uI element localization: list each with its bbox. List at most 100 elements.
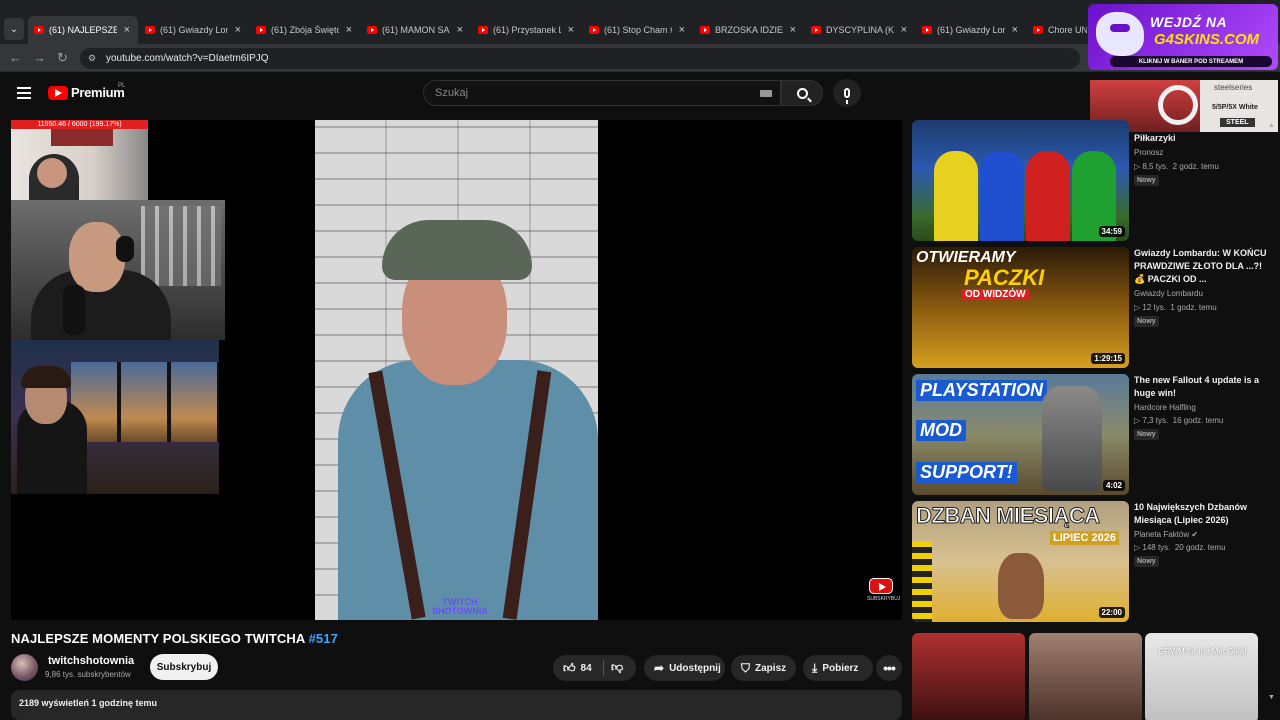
channel-avatar[interactable]: [11, 654, 38, 681]
video-thumbnail[interactable]: 34:59: [912, 120, 1129, 241]
recommended-video[interactable]: PLAYSTATION MOD SUPPORT! 4:02 The new Fa…: [912, 374, 1267, 496]
menu-icon[interactable]: [17, 87, 31, 99]
channel-name[interactable]: Gwiazdy Lombardu: [1134, 289, 1203, 298]
short-thumbnail[interactable]: [912, 633, 1025, 720]
browser-tab-4[interactable]: (61) Przystanek Lo ×: [472, 16, 582, 44]
short-thumbnail[interactable]: [1029, 633, 1142, 720]
youtube-brand-label[interactable]: Premium: [71, 85, 125, 100]
video-thumbnail[interactable]: OTWIERAMY PACZKI OD WIDZÓW 1:29:15: [912, 247, 1129, 368]
browser-tab-1[interactable]: (61) Gwiazdy Lom ×: [139, 16, 249, 44]
browser-tab-0[interactable]: (61) NAJLEPSZE M ×: [28, 16, 138, 44]
search-button[interactable]: [781, 80, 823, 106]
browser-tab-7[interactable]: DYSCYPLINA (Kró ×: [805, 16, 915, 44]
channel-name[interactable]: Hardcore Halfling: [1134, 403, 1196, 412]
site-settings-icon[interactable]: ⚙: [88, 53, 96, 64]
description-box[interactable]: 2189 wyświetleń 1 godzinę temu: [11, 690, 902, 720]
browser-tab-label: (61) MAMON SAM: [382, 25, 450, 35]
video-thumbnail[interactable]: DZBAN MIESIĄCA LIPIEC 2026 22:00: [912, 501, 1129, 622]
share-button[interactable]: ➦ Udostępnij: [644, 655, 725, 681]
scroll-down-icon[interactable]: ▼: [1268, 694, 1275, 701]
channel-name[interactable]: twitchshotownia: [48, 655, 134, 667]
browser-tab-label: BRZOSKA IDZIE N: [715, 25, 783, 35]
channel-name[interactable]: Planeta Faktów ✔: [1134, 530, 1198, 539]
g4skins-banner-ad[interactable]: WEJDŹ NA G4SKINS.COM KLIKNIJ W BANER POD…: [1088, 4, 1278, 70]
search-input[interactable]: Szukaj: [423, 80, 781, 106]
video-duration: 1:29:15: [1091, 353, 1125, 364]
browser-tab-5[interactable]: (61) Stop Cham # ×: [583, 16, 693, 44]
recommended-video[interactable]: DZBAN MIESIĄCA LIPIEC 2026 22:00 10 Najw…: [912, 501, 1267, 623]
short-thumbnail[interactable]: GRWM for the Met Gala!: [1145, 633, 1258, 720]
video-player[interactable]: TWITCH SHOTOWNIA 11950.46 / 6000 (199.17…: [11, 120, 902, 620]
scroll-up-icon[interactable]: ▲: [1268, 122, 1275, 129]
youtube-favicon-icon: [478, 26, 488, 34]
browser-tab-label: DYSCYPLINA (Kró: [826, 25, 894, 35]
video-duration: 22:00: [1098, 607, 1125, 618]
streamer-cam-2: [11, 200, 225, 340]
upload-age: 1 godz. temu: [1170, 303, 1217, 312]
url-field[interactable]: ⚙ youtube.com/watch?v=DIaetm6IPJQ: [80, 48, 1080, 69]
tab-close-icon[interactable]: ×: [457, 24, 463, 36]
youtube-favicon-icon: [700, 26, 710, 34]
url-text: youtube.com/watch?v=DIaetm6IPJQ: [106, 53, 269, 64]
browser-tab-label: (61) Przystanek Lo: [493, 25, 561, 35]
video-duration: 4:02: [1102, 480, 1125, 491]
subscribe-button[interactable]: Subskrybuj: [150, 654, 218, 680]
tab-close-icon[interactable]: ×: [235, 24, 241, 36]
ad-subline: KLIKNIJ W BANER POD STREAMEM: [1110, 56, 1272, 67]
shorts-row: GRWM for the Met Gala!: [912, 633, 1267, 720]
streamer-cam-1: 11950.46 / 6000 (199.17%): [11, 120, 148, 200]
tab-close-icon[interactable]: ×: [901, 24, 907, 36]
save-button[interactable]: ⛉ Zapisz: [731, 655, 796, 681]
download-button[interactable]: ⤓ Pobierz: [803, 655, 873, 681]
browser-tab-8[interactable]: (61) Gwiazdy Lom ×: [916, 16, 1026, 44]
thumb-text: SUPPORT!: [916, 462, 1017, 483]
upload-age: 20 godz. temu: [1174, 543, 1226, 552]
view-count: ▷ 7,3 tys.: [1134, 416, 1169, 425]
browser-tab-3[interactable]: (61) MAMON SAM ×: [361, 16, 471, 44]
like-button[interactable]: 👍︎ 84: [563, 661, 592, 676]
youtube-logo-icon[interactable]: [48, 86, 68, 100]
back-arrow-icon[interactable]: ←: [9, 50, 22, 65]
video-title[interactable]: Gwiazdy Lombardu: W KOŃCU PRAWDZIWE ZŁOT…: [1134, 247, 1267, 286]
youtube-header: Premium PL Szukaj: [0, 72, 1280, 116]
tab-close-icon[interactable]: ×: [124, 24, 130, 36]
view-count: ▷ 148 tys.: [1134, 543, 1171, 552]
video-title[interactable]: The new Fallout 4 update is a huge win!: [1134, 374, 1267, 400]
youtube-favicon-icon: [145, 26, 155, 34]
browser-tab-2[interactable]: (61) Zbója Święto ×: [250, 16, 360, 44]
thumb-text: PLAYSTATION: [916, 380, 1047, 401]
recommended-video[interactable]: 34:59 Piłkarzyki Pronosz ▷ 8,5 tys. 2 go…: [912, 120, 1267, 242]
ad-brand: steelseries: [1214, 83, 1253, 92]
browser-tab-9[interactable]: Chore UNIV: [1027, 16, 1087, 44]
video-thumbnail[interactable]: PLAYSTATION MOD SUPPORT! 4:02: [912, 374, 1129, 495]
channel-row: twitchshotownia 9,86 tys. subskrybentów …: [11, 654, 611, 684]
tab-close-icon[interactable]: ×: [1012, 24, 1018, 36]
ad-model: 5/5P/5X White: [1212, 104, 1258, 111]
forward-arrow-icon[interactable]: →: [33, 50, 46, 65]
video-meta: ▷ 8,5 tys. 2 godz. temu: [1134, 162, 1219, 171]
browser-tab-6[interactable]: BRZOSKA IDZIE N ×: [694, 16, 804, 44]
channel-name[interactable]: Pronosz: [1134, 148, 1163, 157]
tab-list-chevron-icon[interactable]: ⌄: [4, 18, 24, 40]
tab-close-icon[interactable]: ×: [346, 24, 352, 36]
reload-icon[interactable]: ↻: [57, 50, 68, 66]
video-title[interactable]: Piłkarzyki: [1134, 132, 1267, 145]
browser-tab-label: (61) Stop Cham #: [604, 25, 672, 35]
youtube-favicon-icon: [811, 26, 821, 34]
voice-search-button[interactable]: [833, 79, 861, 107]
dislike-button[interactable]: 👎︎: [611, 660, 623, 675]
recommended-video[interactable]: OTWIERAMY PACZKI OD WIDZÓW 1:29:15 Gwiaz…: [912, 247, 1267, 369]
short-caption: GRWM for the Met Gala!: [1158, 647, 1247, 656]
tab-close-icon[interactable]: ×: [790, 24, 796, 36]
video-frame: TWITCH SHOTOWNIA: [315, 120, 598, 620]
video-meta: ▷ 148 tys. 20 godz. temu: [1134, 543, 1226, 552]
thumbs-up-icon: 👍︎: [563, 661, 576, 675]
video-title[interactable]: 10 Największych Dzbanów Miesiąca (Lipiec…: [1134, 501, 1267, 527]
subscribe-watermark-icon[interactable]: SUBSKRYBUJ: [867, 578, 900, 604]
video-hashtag-link[interactable]: #517: [309, 631, 338, 646]
tab-close-icon[interactable]: ×: [679, 24, 685, 36]
tab-close-icon[interactable]: ×: [568, 24, 574, 36]
keyboard-icon[interactable]: [760, 90, 772, 97]
more-actions-button[interactable]: •••: [876, 655, 902, 681]
download-icon: ⤓: [812, 660, 818, 675]
